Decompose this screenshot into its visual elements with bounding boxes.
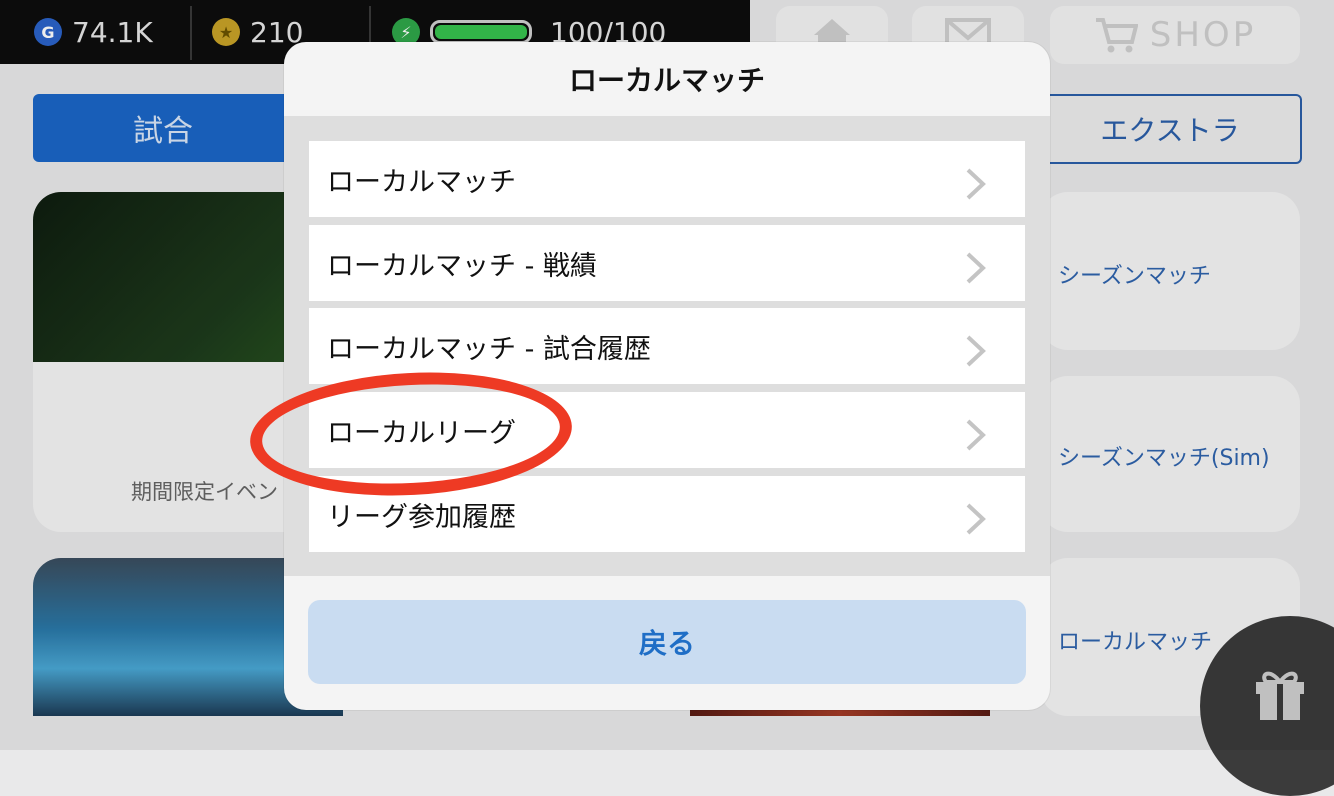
menu-item-label: リーグ参加履歴 <box>327 501 516 533</box>
chevron-right-icon <box>966 503 986 535</box>
menu-item-local-match-record[interactable]: ローカルマッチ - 戦績 <box>309 225 1025 301</box>
menu-item-label: ローカルマッチ - 戦績 <box>327 250 597 282</box>
chevron-right-icon <box>966 252 986 284</box>
chevron-right-icon <box>966 335 986 367</box>
chevron-right-icon <box>966 168 986 200</box>
chevron-right-icon <box>966 419 986 451</box>
back-button[interactable]: 戻る <box>308 600 1026 684</box>
dialog-title: ローカルマッチ <box>568 64 765 97</box>
menu-item-local-match[interactable]: ローカルマッチ <box>309 141 1025 217</box>
menu-list: ローカルマッチ ローカルマッチ - 戦績 ローカルマッチ - 試合履歴 ローカル… <box>284 116 1050 576</box>
menu-item-label: ローカルマッチ - 試合履歴 <box>327 333 651 365</box>
menu-item-label: ローカルマッチ <box>327 166 516 198</box>
